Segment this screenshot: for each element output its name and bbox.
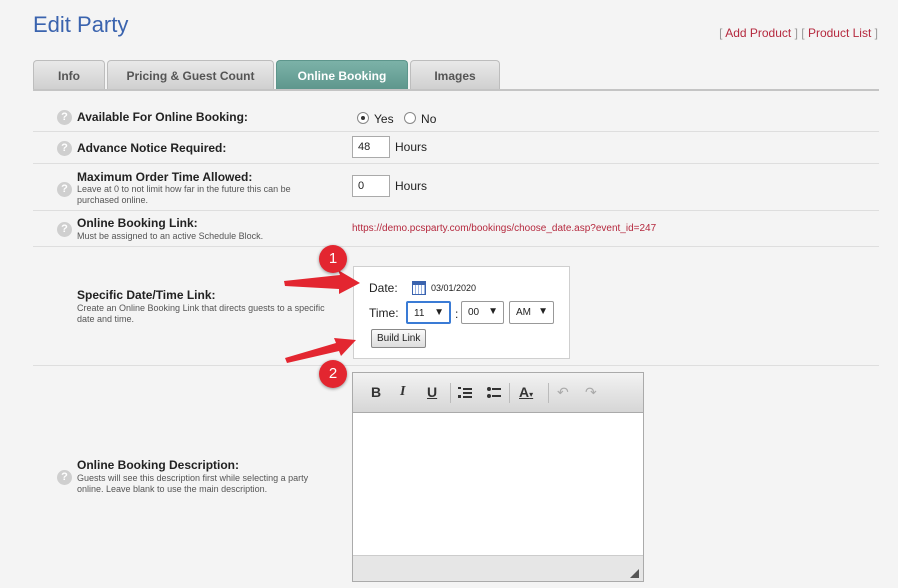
editor-toolbar: B I U A▾ ↶ ↷	[353, 373, 643, 413]
editor-content-area[interactable]	[353, 414, 643, 556]
description-desc: Guests will see this description first w…	[77, 473, 309, 494]
bullet-list-icon[interactable]	[487, 386, 501, 400]
bold-button[interactable]: B	[371, 384, 381, 400]
help-icon[interactable]: ?	[57, 470, 72, 485]
ordered-list-icon[interactable]	[458, 386, 472, 400]
annotation-badge-1: 1	[319, 245, 347, 273]
undo-icon[interactable]: ↶	[557, 384, 569, 401]
resize-grip-icon[interactable]	[630, 569, 639, 578]
font-color-button[interactable]: A▾	[519, 384, 533, 400]
editor-status-bar	[353, 555, 643, 581]
chevron-down-icon: ▾	[529, 390, 534, 399]
arrow-1	[284, 270, 360, 294]
underline-button[interactable]: U	[427, 384, 437, 400]
description-label: Online Booking Description:	[77, 458, 240, 472]
redo-icon[interactable]: ↷	[585, 384, 597, 401]
rich-text-editor: B I U A▾ ↶ ↷	[352, 372, 644, 582]
arrow-2	[285, 338, 356, 363]
italic-button[interactable]: I	[400, 384, 405, 400]
